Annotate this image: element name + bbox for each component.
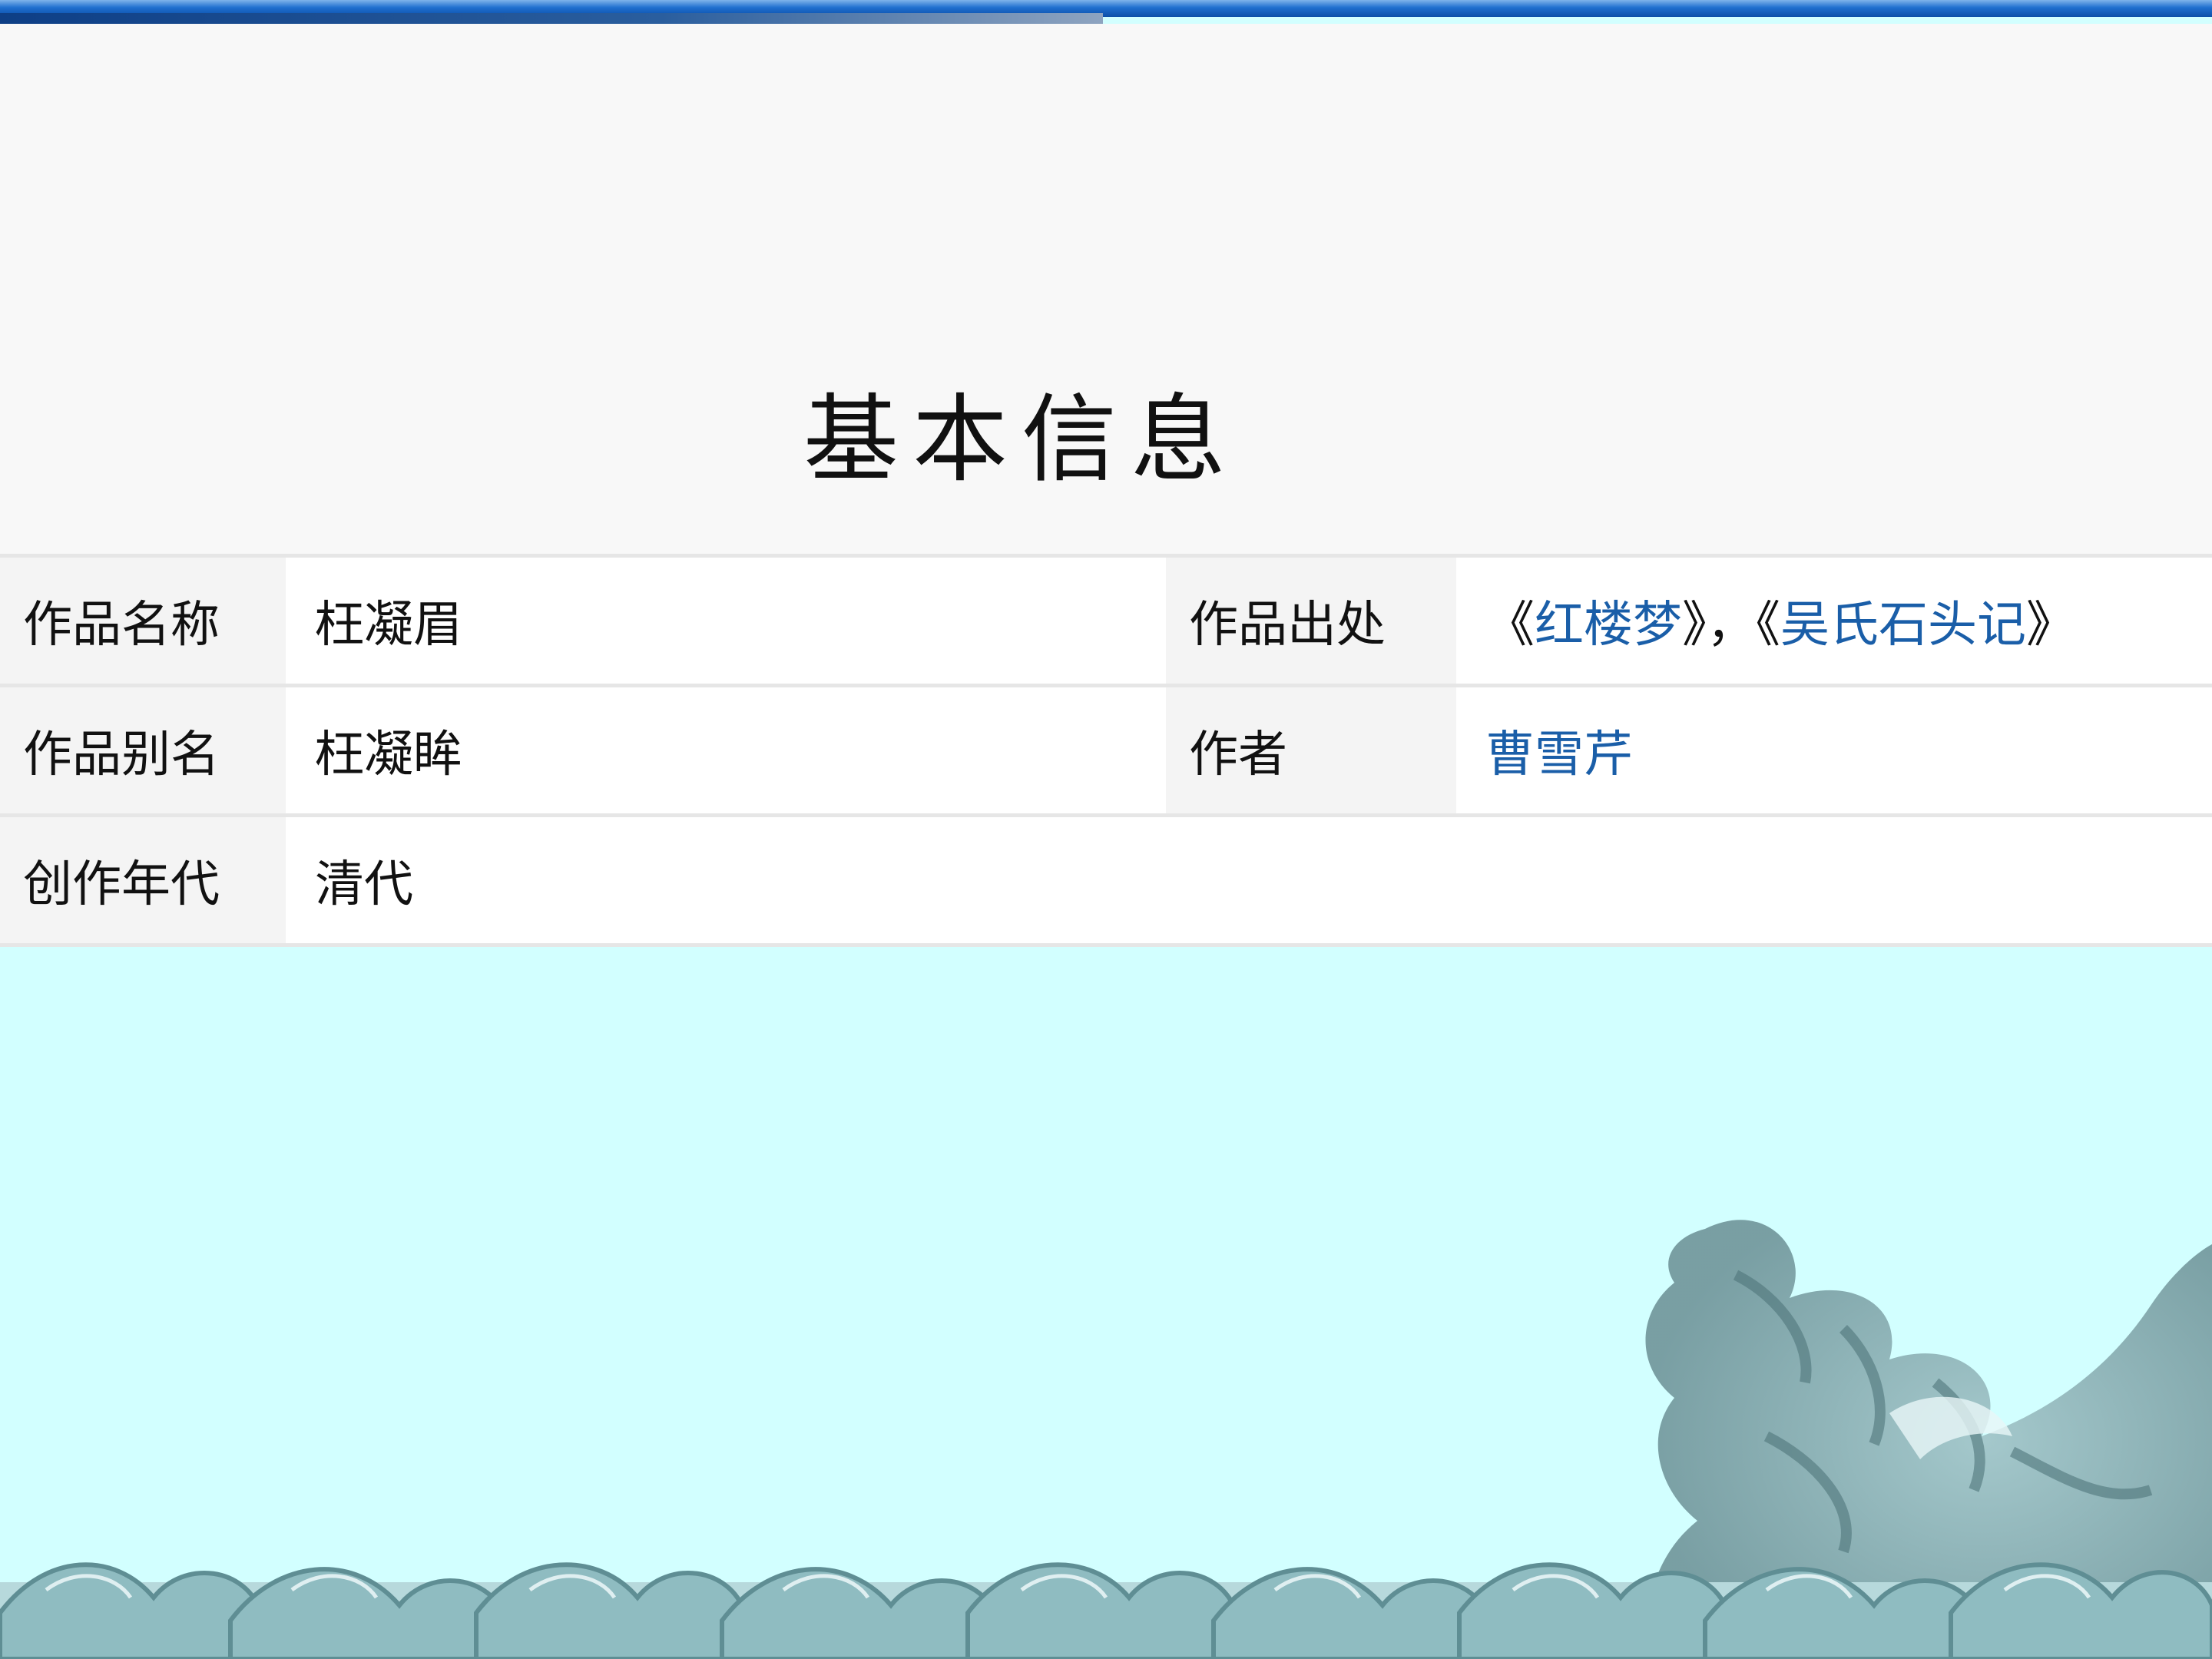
top-accent-shadow (0, 13, 1103, 24)
page-title: 基本信息 (803, 385, 1240, 495)
basic-info-table: 作品名称 枉凝眉 作品出处 《红楼梦》，《吴氏石头记》 作品别名 枉凝眸 作者 … (0, 554, 2212, 947)
link-wushi-shitouji[interactable]: 吴氏石头记 (1780, 597, 2026, 654)
header-area: 基本信息 (0, 24, 2212, 554)
label-work-name: 作品名称 (0, 554, 286, 687)
quote-close: 》 (2026, 597, 2075, 654)
table-row: 作品别名 枉凝眸 作者 曹雪芹 (0, 685, 2212, 817)
value-work-alias: 枉凝眸 (286, 685, 1166, 817)
quote-open: 《 (1756, 597, 1780, 654)
label-era: 创作年代 (0, 815, 286, 947)
label-work-source: 作品出处 (1166, 554, 1456, 687)
value-author: 曹雪芹 (1456, 685, 2212, 817)
value-era: 清代 (286, 815, 2212, 947)
quote-close: 》， (1682, 597, 1756, 654)
link-author[interactable]: 曹雪芹 (1485, 727, 1633, 783)
value-work-source: 《红楼梦》，《吴氏石头记》 (1456, 554, 2212, 687)
table-row: 创作年代 清代 (0, 815, 2212, 947)
wave-pattern-decoration (0, 1562, 2212, 1659)
quote-open: 《 (1485, 597, 1535, 654)
label-author: 作者 (1166, 685, 1456, 817)
label-work-alias: 作品别名 (0, 685, 286, 817)
value-work-name: 枉凝眉 (286, 554, 1166, 687)
table-row: 作品名称 枉凝眉 作品出处 《红楼梦》，《吴氏石头记》 (0, 554, 2212, 687)
link-hongloumeng[interactable]: 红楼梦 (1535, 597, 1682, 654)
